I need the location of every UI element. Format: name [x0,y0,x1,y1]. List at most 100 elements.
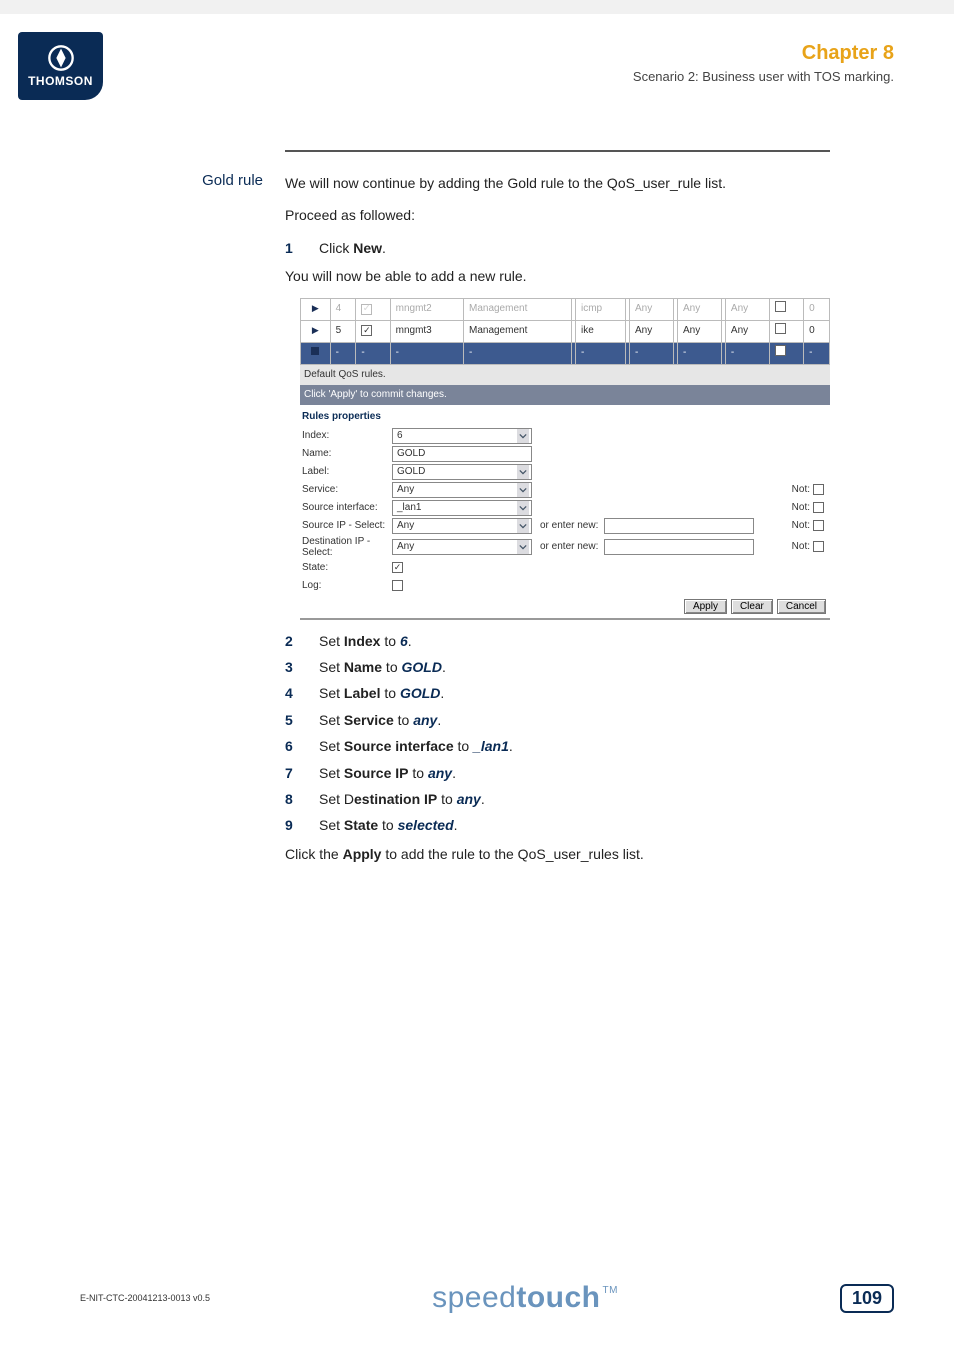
content-area: Gold rule We will now continue by adding… [200,164,880,875]
name-input[interactable]: GOLD [392,446,532,462]
table-cell: Management [463,320,571,342]
row-log-checkbox[interactable] [775,301,786,312]
document-page: THOMSON Chapter 8 Scenario 2: Business u… [0,14,954,1351]
after-step1: You will now be able to add a new rule. [285,265,880,287]
closing-text: Click the Apply to add the rule to the Q… [285,843,880,865]
table-cell: Any [630,320,674,342]
step-number: 6 [285,735,319,757]
row-srcip: Source IP - Select: Any or enter new: No… [300,517,830,535]
table-cell: 0 [804,320,830,342]
v: GOLD [397,446,425,462]
table-cell [356,320,390,342]
button-row: Apply Clear Cancel [300,595,830,620]
table-cell: - [804,342,830,364]
t: . [382,240,386,256]
row-name: Name: GOLD [300,445,830,463]
table-cell [301,342,331,364]
step-text: Set Label to GOLD. [319,682,880,704]
step-number: 4 [285,682,319,704]
step-number: 1 [285,237,319,259]
not-service-checkbox[interactable] [813,484,824,495]
chevron-down-icon [517,519,529,533]
label-name: Name: [302,446,392,462]
table-cell: - [576,342,626,364]
cancel-button[interactable]: Cancel [777,599,826,614]
not-dstip-checkbox[interactable] [813,541,824,552]
not-dstip: Not: [792,539,828,555]
table-cell: ✓ [356,298,390,320]
step-text: Click New. [319,237,880,259]
chapter-title: Chapter 8 [633,42,894,65]
srcif-select[interactable]: _lan1 [392,500,532,516]
table-cell: Any [630,298,674,320]
v: Any [397,518,414,534]
step-item: 3Set Name to GOLD. [285,656,880,678]
speedtouch-brand: speedtouchTM [432,1281,618,1315]
chevron-down-icon [517,483,529,497]
section-label: Gold rule [200,172,285,875]
status-bar-1: Default QoS rules. [300,365,830,385]
t: to add the rule to the QoS_user_rules li… [381,846,643,862]
row-checkbox[interactable] [361,325,372,336]
v: Any [397,482,414,498]
chevron-down-icon [517,501,529,515]
page-footer: E-NIT-CTC-20041213-0013 v0.5 speedtouchT… [80,1281,894,1315]
row-log-checkbox[interactable] [775,345,786,356]
not-srcif-checkbox[interactable] [813,502,824,513]
table-cell: Any [677,320,721,342]
table-cell: - [390,342,463,364]
table-cell: ike [576,320,626,342]
dstip-input[interactable] [604,539,754,555]
t: Not: [792,518,810,534]
row-srcif: Source interface: _lan1 Not: [300,499,830,517]
table-cell [769,320,803,342]
service-select[interactable]: Any [392,482,532,498]
table-cell: Any [677,298,721,320]
step-1: 1 Click New. [285,237,880,259]
row-checkbox[interactable]: ✓ [361,304,372,315]
srcip-input[interactable] [604,518,754,534]
apply-button[interactable]: Apply [684,599,727,614]
t: touch [516,1281,600,1315]
label-index: Index: [302,428,392,444]
table-cell: Any [725,298,769,320]
step-text: Set Name to GOLD. [319,656,880,678]
state-checkbox[interactable] [392,562,403,573]
v: GOLD [397,464,425,480]
or-enter-label: or enter new: [540,539,598,555]
dstip-select[interactable]: Any [392,539,532,555]
label-select[interactable]: GOLD [392,464,532,480]
table-cell: mngmt2 [390,298,463,320]
table-row[interactable]: ▶4✓mngmt2ManagementicmpAnyAnyAny0 [301,298,830,320]
table-cell: Management [463,298,571,320]
table-cell: - [463,342,571,364]
index-select[interactable]: 6 [392,428,532,444]
table-cell [769,342,803,364]
table-row[interactable]: --------- [301,342,830,364]
row-label: Label: GOLD [300,463,830,481]
page-header: Chapter 8 Scenario 2: Business user with… [633,42,894,84]
step-text: Set State to selected. [319,814,880,836]
srcip-select[interactable]: Any [392,518,532,534]
step-item: 2Set Index to 6. [285,630,880,652]
t: Click the [285,846,343,862]
thomson-logo: THOMSON [18,32,103,100]
step-text: Set Source interface to _lan1. [319,735,880,757]
chevron-down-icon [517,429,529,443]
table-cell: - [630,342,674,364]
step-number: 9 [285,814,319,836]
table-cell: ▶ [301,320,331,342]
not-service: Not: [792,482,828,498]
table-cell: - [677,342,721,364]
step-number: 7 [285,762,319,784]
clear-button[interactable]: Clear [731,599,773,614]
row-log-checkbox[interactable] [775,323,786,334]
logo-icon [47,44,75,72]
v: 6 [397,428,403,444]
table-cell: Any [725,320,769,342]
rules-properties-title: Rules properties [300,405,830,427]
table-row[interactable]: ▶5mngmt3ManagementikeAnyAnyAny0 [301,320,830,342]
not-srcip-checkbox[interactable] [813,520,824,531]
log-checkbox[interactable] [392,580,403,591]
step-number: 5 [285,709,319,731]
